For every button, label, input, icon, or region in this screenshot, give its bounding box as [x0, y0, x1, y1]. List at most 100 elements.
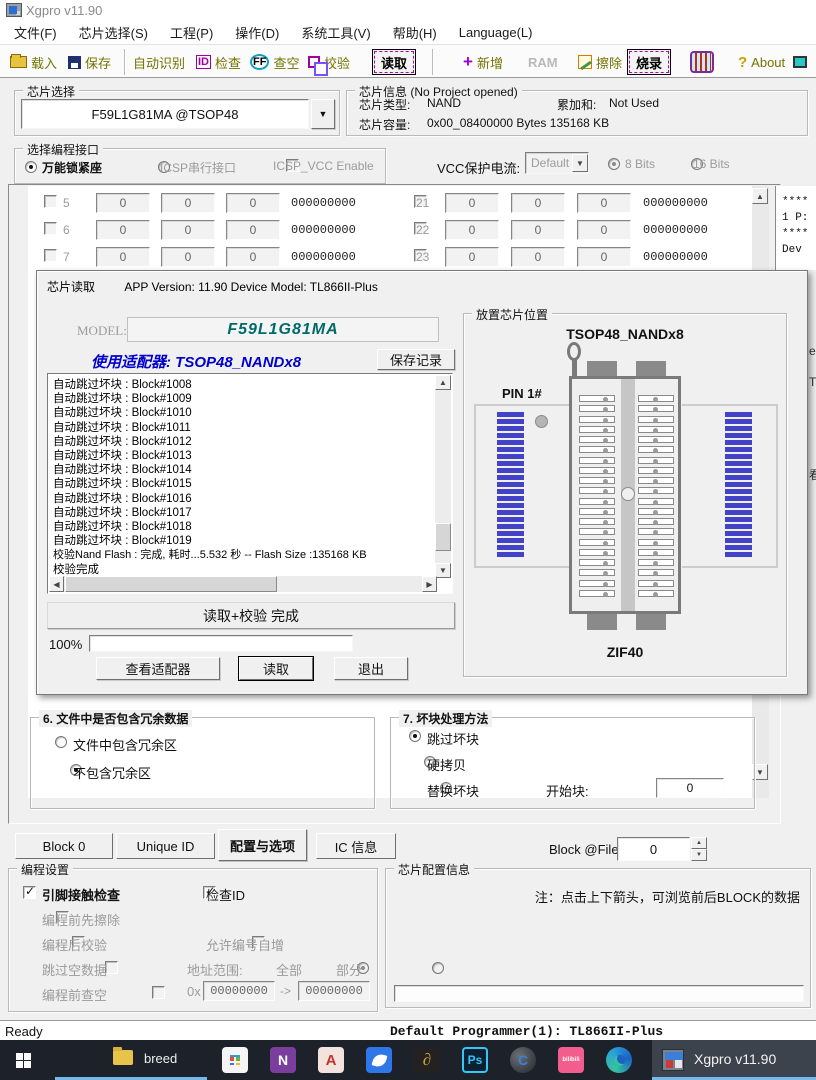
- socket-radio[interactable]: [25, 161, 37, 173]
- exit-button[interactable]: 退出: [334, 657, 408, 680]
- chip-select-value: F59L1G81MA @TSOP48: [92, 107, 239, 122]
- toolbar-about-button[interactable]: ? About: [738, 49, 785, 75]
- taskbar-icon-photoshop[interactable]: Ps: [462, 1047, 488, 1073]
- vcc-current-label: VCC保护电流:: [437, 158, 520, 177]
- block-at-file-spinner[interactable]: ▲ ▼: [691, 837, 707, 861]
- toolbar-erase-button[interactable]: 擦除: [578, 49, 622, 75]
- view-adapter-button[interactable]: 查看适配器: [96, 657, 220, 680]
- toolbar-add-button[interactable]: + 新增: [463, 49, 503, 75]
- toolbar-check-button[interactable]: ID 检查: [196, 49, 241, 75]
- pin-table-row: 6 000000000 22 000000000: [0, 219, 752, 241]
- plus-icon: +: [463, 52, 473, 72]
- address-all-label: 全部: [276, 960, 302, 979]
- toolbar-read-button[interactable]: 读取: [372, 49, 416, 75]
- start-button[interactable]: [16, 1053, 31, 1068]
- log-line: 自动跳过坏块 : Block#1015: [53, 477, 437, 491]
- edge-fragment: Tu: [809, 375, 816, 391]
- address-to-input: [298, 981, 370, 1001]
- model-label: MODEL:: [77, 323, 127, 339]
- toolbar-load-label: 载入: [31, 53, 57, 72]
- pin-value-input: [96, 247, 150, 267]
- menu-help[interactable]: 帮助(H): [393, 23, 437, 42]
- tab-unique-id[interactable]: Unique ID: [116, 833, 215, 859]
- log-horizontal-scrollbar[interactable]: ◀ ▶: [49, 576, 437, 592]
- taskbar-icon-edge[interactable]: [606, 1047, 632, 1073]
- chip-select-field[interactable]: F59L1G81MA @TSOP48: [21, 99, 309, 129]
- log-box: 自动跳过坏块 : Block#1008 自动跳过坏块 : Block#1009 …: [47, 373, 453, 594]
- toolbar-blank-button[interactable]: FF 查空: [250, 49, 299, 75]
- contains-redundant-label: 文件中包含冗余区: [73, 735, 177, 754]
- menu-operation[interactable]: 操作(D): [235, 23, 279, 42]
- taskbar-icon-bilibili[interactable]: bilibili: [558, 1047, 584, 1073]
- hex-prefix-label: 0x: [187, 984, 201, 999]
- toolbar-separator: [432, 49, 434, 75]
- scroll-down-icon[interactable]: ▼: [435, 563, 451, 578]
- menu-language[interactable]: Language(L): [459, 25, 533, 40]
- scroll-up-icon[interactable]: ▲: [752, 188, 768, 204]
- log-text[interactable]: 自动跳过坏块 : Block#1008 自动跳过坏块 : Block#1009 …: [49, 375, 437, 578]
- scrollbar-thumb[interactable]: [435, 523, 451, 551]
- pin-value-input: [577, 193, 631, 213]
- toolbar-load-button[interactable]: 载入: [10, 49, 57, 75]
- pin-row-checkbox: [44, 222, 57, 235]
- toolbar-burn-button[interactable]: 烧录: [627, 49, 671, 75]
- taskbar-icon-davinci[interactable]: ∂: [414, 1047, 440, 1073]
- toolbar-burn-label: 烧录: [636, 53, 662, 72]
- spinner-down-icon[interactable]: ▼: [691, 849, 707, 861]
- erase-icon: [578, 55, 592, 69]
- toolbar-chip-button[interactable]: [690, 49, 714, 75]
- skip-bad-block-radio[interactable]: [409, 730, 421, 742]
- taskbar-task-xgpro[interactable]: Xgpro v11.90: [652, 1040, 816, 1080]
- window-title: Xgpro v11.90: [26, 3, 102, 18]
- monitor-icon: [793, 56, 807, 68]
- menu-file[interactable]: 文件(F): [14, 23, 57, 42]
- chip-config-group: 芯片配置信息 注：点击上下箭头，可浏览前后BLOCK的数据: [385, 868, 811, 1008]
- tab-block0[interactable]: Block 0: [15, 833, 113, 859]
- taskbar-icon-onenote[interactable]: N: [270, 1047, 296, 1073]
- tab-config-options[interactable]: 配置与选项: [218, 829, 307, 861]
- vcc-current-select: Default ▼: [525, 152, 589, 174]
- taskbar-icon-store[interactable]: [222, 1047, 248, 1073]
- read-button[interactable]: 读取: [239, 657, 313, 680]
- edge-fragment: 看: [809, 466, 816, 482]
- socket-tab: [636, 614, 666, 630]
- taskbar-icon-c4d[interactable]: C: [510, 1047, 536, 1073]
- scroll-right-icon[interactable]: ▶: [422, 576, 437, 592]
- tab-ic-info[interactable]: IC 信息: [316, 833, 396, 859]
- menu-chip-select[interactable]: 芯片选择(S): [79, 23, 148, 42]
- scrollbar-thumb[interactable]: [65, 576, 277, 592]
- taskbar-task-breed[interactable]: breed: [48, 1040, 210, 1080]
- pin-hex-value: 000000000: [291, 196, 356, 210]
- menu-project[interactable]: 工程(P): [170, 23, 213, 42]
- spinner-up-icon[interactable]: ▲: [691, 837, 707, 849]
- start-block-input[interactable]: [656, 778, 724, 798]
- block-at-file-input[interactable]: [617, 837, 690, 861]
- toolbar-save-button[interactable]: 保存: [68, 49, 111, 75]
- scroll-up-icon[interactable]: ▲: [435, 375, 451, 390]
- save-log-label: 保存记录: [390, 350, 442, 369]
- toolbar-verify-button[interactable]: 校验: [308, 49, 350, 75]
- menu-tools[interactable]: 系统工具(V): [301, 23, 370, 42]
- chip-select-dropdown-button[interactable]: ▼: [311, 99, 335, 129]
- contains-redundant-radio[interactable]: [55, 736, 67, 748]
- scroll-left-icon[interactable]: ◀: [49, 576, 64, 592]
- log-line: 自动跳过坏块 : Block#1019: [53, 534, 437, 548]
- ram-icon: RAM: [528, 55, 558, 70]
- c4d-icon: C: [518, 1052, 528, 1068]
- taskbar-icon-autocad[interactable]: A: [318, 1047, 344, 1073]
- log-line: 自动跳过坏块 : Block#1010: [53, 406, 437, 420]
- programming-settings-group: 编程设置 引脚接触检查 检查ID 编程前先擦除 编程后校验 允许编号自增 跳过空…: [8, 868, 378, 1012]
- toolbar-autoid-button[interactable]: 自动识别: [133, 49, 185, 75]
- pin-row-number: 5: [63, 196, 70, 210]
- status-bar: Ready Default Programmer(1): TL866II-Plu…: [0, 1020, 816, 1040]
- progress-percent: 100%: [49, 637, 82, 652]
- app-icon: [6, 3, 22, 17]
- store-bag-icon: [230, 1055, 240, 1065]
- log-line: 自动跳过坏块 : Block#1013: [53, 449, 437, 463]
- pin-contact-check-checkbox[interactable]: [23, 886, 36, 899]
- save-log-button[interactable]: 保存记录: [377, 349, 455, 370]
- toolbar-settings-button[interactable]: [793, 49, 807, 75]
- taskbar-icon-xunlei[interactable]: [366, 1047, 392, 1073]
- address-from-input: [203, 981, 275, 1001]
- log-vertical-scrollbar[interactable]: ▲ ▼: [435, 375, 451, 578]
